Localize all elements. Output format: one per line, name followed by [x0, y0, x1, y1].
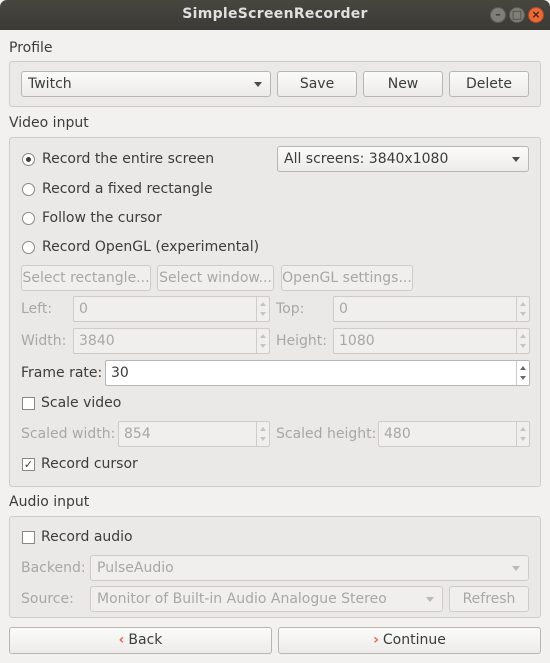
radio-indicator [22, 182, 35, 196]
spin-arrows-icon [516, 329, 529, 353]
title-bar: SimpleScreenRecorder – □ × [0, 0, 550, 30]
select-window-button[interactable]: Select window... [157, 265, 274, 291]
profile-select[interactable]: Twitch [21, 71, 271, 97]
spin-arrows-icon [256, 329, 269, 353]
top-label: Top: [276, 301, 305, 317]
scaled-width-label: Scaled width: [21, 426, 116, 442]
frame-rate-spinbox[interactable]: 30 [105, 360, 530, 386]
radio-follow-cursor[interactable]: Follow the cursor [22, 207, 162, 229]
minimize-button[interactable]: – [490, 7, 506, 23]
chevron-down-icon [426, 597, 434, 602]
opengl-settings-button[interactable]: OpenGL settings... [281, 265, 413, 291]
height-spinbox[interactable]: 1080 [333, 328, 530, 354]
video-section-label: Video input [9, 115, 89, 131]
radio-fixed-rectangle[interactable]: Record a fixed rectangle [22, 178, 213, 200]
width-label: Width: [21, 333, 67, 349]
new-button[interactable]: New [363, 71, 443, 97]
left-value: 0 [79, 301, 88, 317]
checkbox-label: Record audio [41, 529, 133, 545]
continue-label: Continue [382, 632, 446, 648]
select-rectangle-button[interactable]: Select rectangle... [21, 265, 151, 291]
scaled-height-label: Scaled height: [276, 426, 377, 442]
backend-label: Backend: [21, 560, 86, 576]
profile-select-value: Twitch [28, 76, 72, 92]
record-audio-checkbox[interactable]: Record audio [22, 526, 133, 548]
delete-button[interactable]: Delete [449, 71, 529, 97]
radio-entire-screen[interactable]: Record the entire screen [22, 148, 214, 170]
chevron-down-icon [512, 566, 520, 571]
spin-arrows-icon [256, 422, 269, 446]
left-label: Left: [21, 301, 53, 317]
main-window: SimpleScreenRecorder – □ × Profile Twitc… [0, 0, 550, 663]
scaled-width-value: 854 [124, 426, 151, 442]
scale-video-checkbox[interactable]: Scale video [22, 392, 121, 414]
backend-select[interactable]: PulseAudio [90, 555, 529, 581]
radio-label: Record OpenGL (experimental) [42, 239, 260, 255]
spin-arrows-icon [516, 297, 529, 321]
checkbox-label: Scale video [41, 395, 122, 411]
source-select[interactable]: Monitor of Built-in Audio Analogue Stere… [90, 586, 443, 612]
scaled-height-spinbox[interactable]: 480 [378, 421, 530, 447]
back-button[interactable]: ‹ Back [9, 627, 272, 654]
width-value: 3840 [79, 333, 115, 349]
radio-label: Record the entire screen [42, 151, 215, 167]
radio-indicator [22, 211, 35, 225]
top-value: 0 [339, 301, 348, 317]
back-label: Back [128, 632, 163, 648]
frame-rate-value: 30 [111, 365, 129, 381]
chevron-down-icon [512, 157, 520, 162]
backend-select-value: PulseAudio [97, 560, 174, 576]
top-spinbox[interactable]: 0 [333, 296, 530, 322]
checkbox-label: Record cursor [41, 456, 138, 472]
spin-arrows-icon [516, 361, 529, 385]
audio-section-label: Audio input [9, 494, 90, 510]
scaled-width-spinbox[interactable]: 854 [118, 421, 270, 447]
audio-group: Record audio Backend: PulseAudio Source:… [9, 516, 541, 618]
scaled-height-value: 480 [384, 426, 411, 442]
spin-arrows-icon [256, 297, 269, 321]
radio-opengl[interactable]: Record OpenGL (experimental) [22, 236, 259, 258]
save-button[interactable]: Save [277, 71, 357, 97]
close-button[interactable]: × [528, 7, 544, 23]
source-select-value: Monitor of Built-in Audio Analogue Stere… [97, 591, 387, 607]
checkbox-indicator [22, 530, 35, 544]
spin-arrows-icon [516, 422, 529, 446]
radio-indicator [22, 152, 35, 166]
source-label: Source: [21, 591, 74, 607]
radio-label: Follow the cursor [42, 210, 162, 226]
profile-section-label: Profile [9, 40, 53, 56]
radio-indicator [22, 240, 35, 254]
refresh-button[interactable]: Refresh [449, 586, 529, 612]
screen-select-value: All screens: 3840x1080 [284, 151, 449, 167]
video-group: Record the entire screen All screens: 38… [9, 137, 541, 487]
record-cursor-checkbox[interactable]: ✓ Record cursor [22, 453, 138, 475]
maximize-button[interactable]: □ [509, 7, 525, 23]
chevron-right-icon: › [373, 632, 379, 648]
screen-select[interactable]: All screens: 3840x1080 [277, 146, 529, 172]
frame-rate-label: Frame rate: [21, 365, 103, 381]
continue-button[interactable]: › Continue [278, 627, 541, 654]
chevron-left-icon: ‹ [118, 632, 125, 648]
profile-group: Twitch Save New Delete [9, 61, 541, 107]
check-icon: ✓ [22, 457, 35, 471]
width-spinbox[interactable]: 3840 [73, 328, 270, 354]
chevron-down-icon [254, 82, 262, 87]
left-spinbox[interactable]: 0 [73, 296, 270, 322]
height-label: Height: [276, 333, 327, 349]
radio-label: Record a fixed rectangle [42, 181, 213, 197]
window-title: SimpleScreenRecorder [182, 6, 368, 22]
checkbox-indicator [22, 396, 35, 410]
height-value: 1080 [339, 333, 375, 349]
